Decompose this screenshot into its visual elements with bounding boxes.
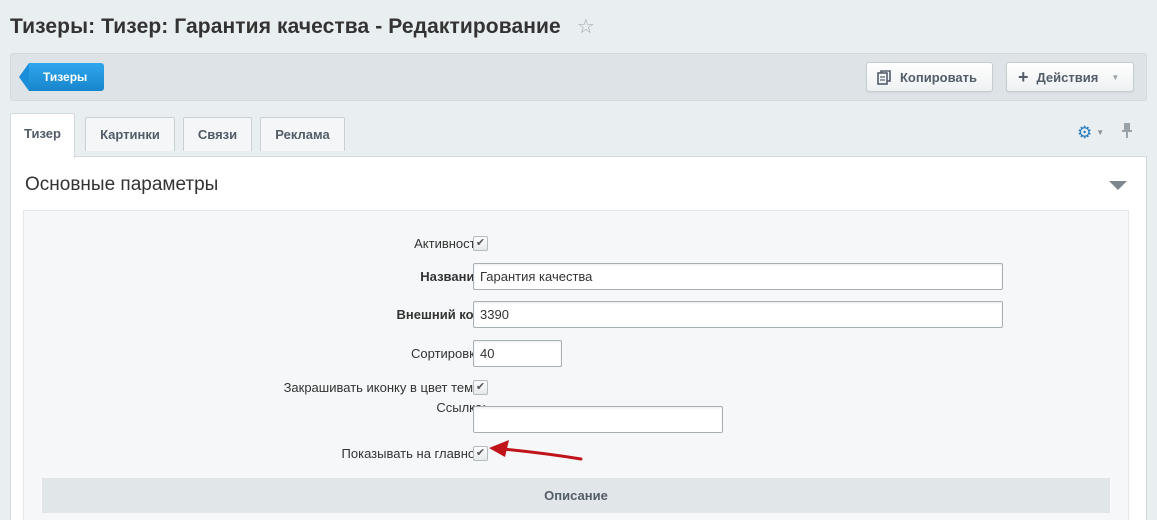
row-active: Активность: ✔ (24, 233, 1128, 253)
row-link: Ссылка: (24, 400, 1128, 433)
red-arrow-annotation (489, 440, 583, 461)
back-button[interactable]: Тизеры (19, 63, 105, 91)
section-title: Основные параметры (25, 174, 219, 195)
actions-button-label: Действия (1036, 69, 1099, 85)
collapse-triangle-icon[interactable] (1109, 181, 1127, 190)
tab-ads[interactable]: Реклама (260, 117, 345, 151)
tab-tools: ⚙ ▼ (1077, 122, 1133, 142)
copy-button-label: Копировать (900, 69, 978, 85)
copy-button[interactable]: Копировать (866, 62, 993, 92)
description-section-header[interactable]: Описание (42, 478, 1110, 513)
form-area: Активность: ✔ Название: Внешний код: Сор… (23, 210, 1129, 520)
tab-links[interactable]: Связи (183, 117, 252, 151)
show-on-main-checkbox[interactable]: ✔ (473, 445, 488, 461)
name-input[interactable] (473, 263, 1003, 290)
row-external-code: Внешний код: (24, 301, 1128, 328)
active-checkbox[interactable]: ✔ (473, 235, 488, 251)
sort-input[interactable] (473, 340, 562, 367)
row-name: Название: (24, 263, 1128, 290)
main-panel: Основные параметры Активность: ✔ Названи… (10, 156, 1147, 520)
chevron-down-icon: ▼ (1111, 72, 1120, 82)
tint-icon-checkbox[interactable]: ✔ (473, 379, 488, 395)
pin-icon[interactable] (1122, 122, 1133, 142)
back-button-label: Тизеры (29, 63, 105, 91)
tint-icon-label: Закрашивать иконку в цвет темы: (283, 379, 486, 395)
tab-teaser[interactable]: Тизер (10, 113, 75, 158)
star-icon[interactable]: ☆ (577, 17, 595, 37)
back-arrow-icon (19, 63, 29, 91)
page-title: Тизеры: Тизер: Гарантия качества - Редак… (10, 15, 561, 38)
tab-images[interactable]: Картинки (85, 117, 175, 151)
show-on-main-label: Показывать на главной: (341, 445, 486, 461)
copy-icon (877, 69, 891, 85)
gear-chevron-icon[interactable]: ▼ (1096, 128, 1104, 137)
row-tint-icon: Закрашивать иконку в цвет темы: ✔ (24, 377, 1128, 397)
toolbar: Тизеры Копировать + Действия ▼ (10, 53, 1147, 101)
link-input[interactable] (473, 406, 723, 433)
actions-button[interactable]: + Действия ▼ (1006, 62, 1134, 92)
external-code-input[interactable] (473, 301, 1003, 328)
plus-icon: + (1018, 67, 1029, 87)
row-sort: Сортировка: (24, 340, 1128, 367)
gear-icon[interactable]: ⚙ (1077, 124, 1092, 141)
title-row: Тизеры: Тизер: Гарантия качества - Редак… (10, 12, 595, 42)
